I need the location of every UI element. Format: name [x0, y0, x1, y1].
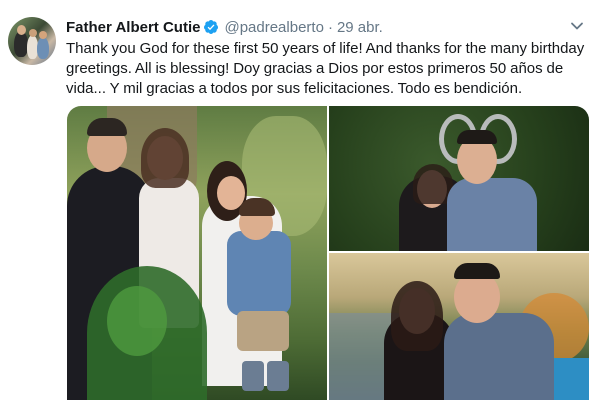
tweet-header: Father Albert Cutie @padrealberto · 29 a…: [66, 17, 383, 37]
tweet[interactable]: Father Albert Cutie @padrealberto · 29 a…: [0, 0, 598, 400]
photo-family-garden[interactable]: [67, 106, 327, 400]
photo-couple-outdoors[interactable]: [329, 253, 589, 400]
avatar[interactable]: [8, 17, 56, 65]
header-separator: ·: [327, 18, 333, 36]
tweet-date[interactable]: 29 abr.: [337, 19, 383, 36]
author-handle[interactable]: @padrealberto: [224, 19, 323, 36]
tweet-text: Thank you God for these first 50 years o…: [66, 40, 585, 97]
photo-birthday-balloons[interactable]: [329, 106, 589, 251]
verified-badge-icon: [204, 20, 219, 34]
tweet-media-grid: [67, 106, 589, 400]
author-name[interactable]: Father Albert Cutie: [66, 19, 200, 36]
chevron-down-icon[interactable]: [570, 19, 584, 33]
